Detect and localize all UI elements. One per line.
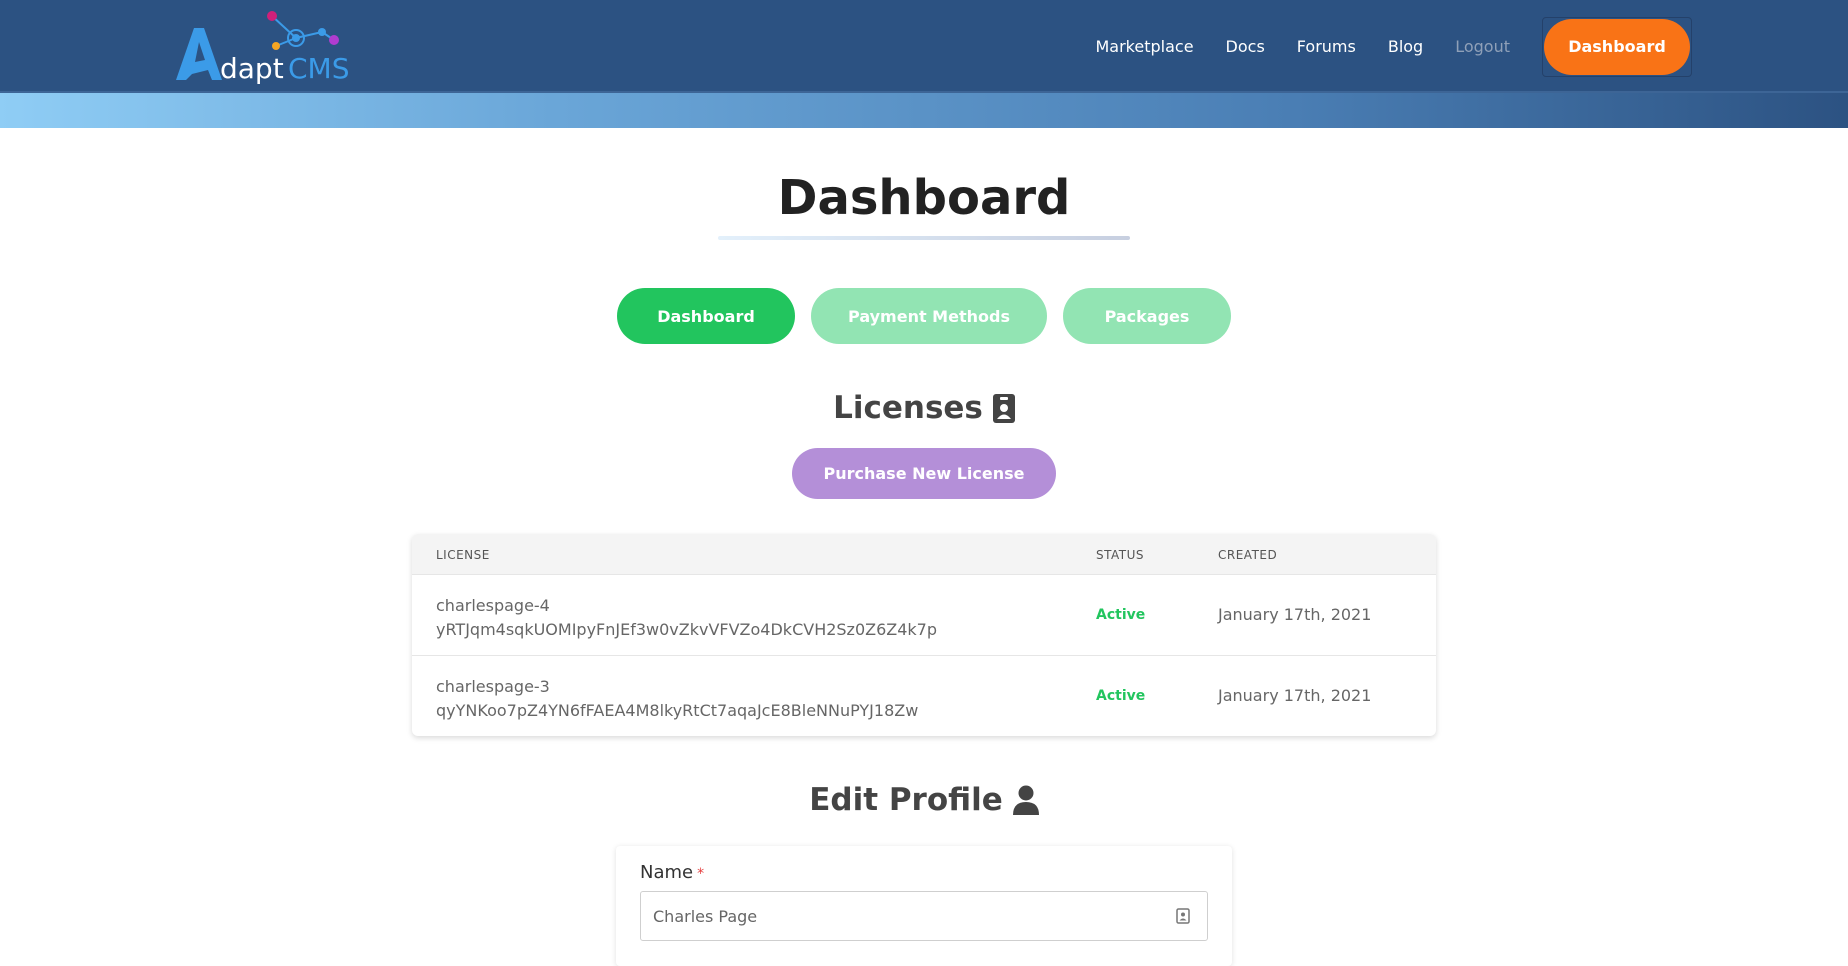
- table-row: charlespage-4 yRTJqm4sqkUOMIpyFnJEf3w0vZ…: [412, 575, 1436, 656]
- main-nav: Marketplace Docs Forums Blog Logout Dash…: [1095, 0, 1848, 93]
- adaptcms-logo[interactable]: dapt CMS: [172, 8, 362, 86]
- created-date: January 17th, 2021: [1218, 686, 1372, 705]
- nav-dashboard-button[interactable]: Dashboard: [1544, 18, 1690, 75]
- created-date: January 17th, 2021: [1218, 605, 1372, 624]
- status-badge: Active: [1096, 688, 1146, 704]
- table-row: charlespage-3 qyYNKoo7pZ4YN6fFAEA4M8lkyR…: [412, 656, 1436, 736]
- nav-docs[interactable]: Docs: [1226, 37, 1265, 56]
- nav-marketplace[interactable]: Marketplace: [1095, 37, 1193, 56]
- nav-logout[interactable]: Logout: [1455, 37, 1510, 56]
- license-key: yRTJqm4sqkUOMIpyFnJEf3w0vZkvVFVZo4DkCVH2…: [436, 620, 938, 639]
- status-badge: Active: [1096, 607, 1146, 623]
- svg-text:dapt: dapt: [220, 52, 284, 85]
- title-underline: [718, 236, 1130, 240]
- header-gradient-band: [0, 93, 1848, 128]
- required-mark: *: [697, 866, 705, 882]
- dashboard-tabs: Dashboard Payment Methods Packages: [0, 288, 1848, 344]
- license-cell: charlespage-4 yRTJqm4sqkUOMIpyFnJEf3w0vZ…: [436, 594, 937, 642]
- name-input[interactable]: [640, 891, 1208, 941]
- license-name: charlespage-3: [436, 677, 550, 696]
- tab-dashboard[interactable]: Dashboard: [617, 288, 795, 344]
- id-badge-icon: [992, 393, 1015, 423]
- nav-cta-wrapper: Dashboard: [1542, 16, 1692, 77]
- edit-profile-heading: Edit Profile: [0, 782, 1848, 818]
- column-header-created: CREATED: [1218, 548, 1278, 562]
- tab-packages[interactable]: Packages: [1063, 288, 1231, 344]
- nav-blog[interactable]: Blog: [1388, 37, 1423, 56]
- user-icon: [1012, 785, 1039, 815]
- column-header-status: STATUS: [1096, 548, 1145, 562]
- purchase-new-license-button[interactable]: Purchase New License: [792, 448, 1056, 499]
- licenses-table: LICENSE STATUS CREATED charlespage-4 yRT…: [412, 534, 1436, 736]
- tab-payment-methods[interactable]: Payment Methods: [811, 288, 1047, 344]
- license-name: charlespage-4: [436, 596, 550, 615]
- column-header-license: LICENSE: [436, 548, 490, 562]
- name-field-label: Name *: [640, 862, 704, 883]
- top-navbar: dapt CMS Marketplace Docs Forums Blog Lo…: [0, 0, 1848, 93]
- licenses-title-text: Licenses: [833, 390, 983, 426]
- edit-profile-form: Name *: [616, 846, 1232, 966]
- table-header: LICENSE STATUS CREATED: [412, 534, 1436, 575]
- svg-text:CMS: CMS: [288, 52, 349, 85]
- edit-profile-title-text: Edit Profile: [809, 782, 1003, 818]
- name-label-text: Name: [640, 862, 694, 883]
- licenses-heading: Licenses: [0, 390, 1848, 426]
- contact-card-icon: [1176, 908, 1190, 924]
- nav-forums[interactable]: Forums: [1297, 37, 1356, 56]
- license-cell: charlespage-3 qyYNKoo7pZ4YN6fFAEA4M8lkyR…: [436, 675, 918, 723]
- license-key: qyYNKoo7pZ4YN6fFAEA4M8lkyRtCt7aqaJcE8Ble…: [436, 701, 919, 720]
- page-title: Dashboard: [777, 170, 1071, 226]
